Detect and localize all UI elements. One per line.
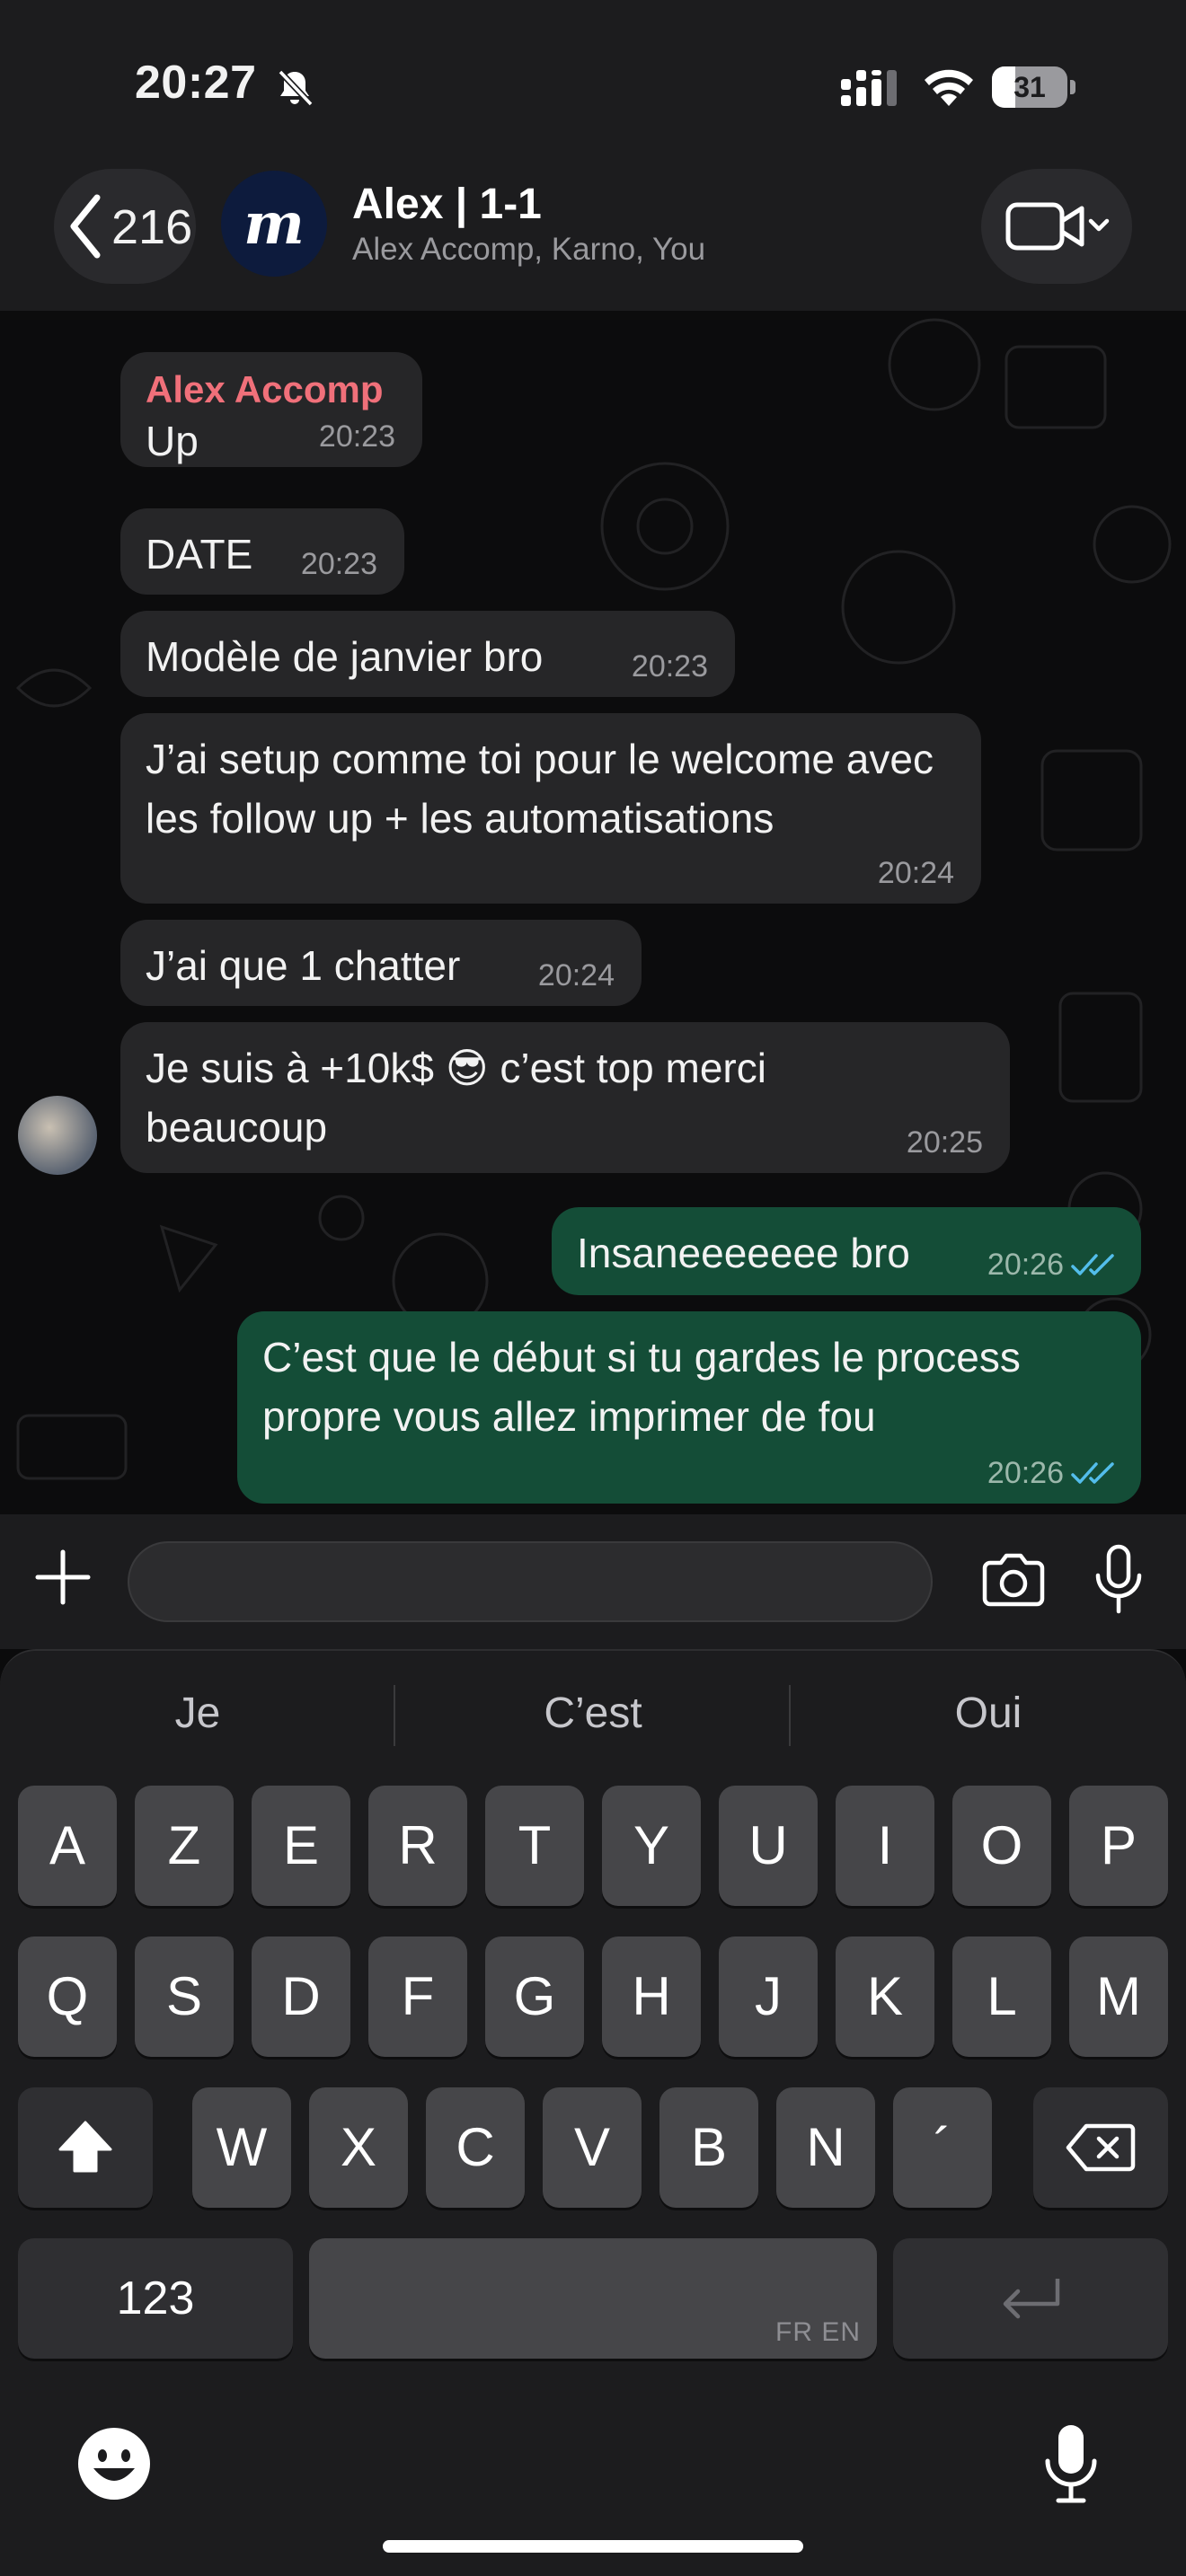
key-f[interactable]: F xyxy=(368,1936,467,2057)
message-input[interactable] xyxy=(128,1541,933,1622)
message-time: 20:23 xyxy=(631,649,708,684)
key-h[interactable]: H xyxy=(602,1936,701,2057)
message-text: Modèle de janvier bro xyxy=(146,633,544,680)
key-n[interactable]: N xyxy=(776,2087,875,2208)
numbers-key[interactable]: 123 xyxy=(18,2238,293,2359)
back-button[interactable]: 216 xyxy=(54,169,196,284)
group-avatar-logo: m xyxy=(243,190,305,258)
key-o[interactable]: O xyxy=(952,1786,1051,1906)
key-d[interactable]: D xyxy=(252,1936,350,2057)
chevron-left-icon xyxy=(70,194,101,259)
message-incoming[interactable]: Modèle de janvier bro 20:23 xyxy=(120,611,735,697)
video-call-button[interactable] xyxy=(981,169,1132,284)
backspace-key[interactable] xyxy=(1033,2087,1168,2208)
message-sender[interactable]: Alex Accomp xyxy=(146,368,397,411)
key-accent[interactable]: ´ xyxy=(893,2087,992,2208)
cellular-signal-icon xyxy=(841,70,897,106)
key-j[interactable]: J xyxy=(719,1936,818,2057)
message-time: 20:24 xyxy=(877,856,954,890)
message-time: 20:24 xyxy=(537,958,615,992)
key-s[interactable]: S xyxy=(135,1936,234,2057)
message-time: 20:25 xyxy=(906,1125,983,1160)
read-receipt-icon xyxy=(1071,1462,1114,1484)
key-c[interactable]: C xyxy=(426,2087,525,2208)
key-q[interactable]: Q xyxy=(18,1936,117,2057)
status-time: 20:27 xyxy=(135,57,257,109)
message-incoming[interactable]: J’ai que 1 chatter 20:24 xyxy=(120,920,642,1006)
key-w[interactable]: W xyxy=(192,2087,291,2208)
home-indicator[interactable] xyxy=(383,2540,803,2553)
wifi-icon xyxy=(925,69,973,106)
message-text: J’ai setup comme toi pour le welcome ave… xyxy=(146,736,934,842)
message-time: 20:26 xyxy=(987,1248,1064,1282)
keyboard-languages: FR EN xyxy=(775,2317,861,2347)
composer-bar xyxy=(0,1514,1186,1649)
top-bar: 20:27 31 216 m Alex | 1-1 Alex Accomp, K… xyxy=(0,0,1186,311)
return-key[interactable] xyxy=(893,2238,1168,2359)
key-p[interactable]: P xyxy=(1069,1786,1168,1906)
message-incoming[interactable]: J’ai setup comme toi pour le welcome ave… xyxy=(120,713,981,904)
suggestion-2[interactable]: C’est xyxy=(395,1678,791,1750)
message-outgoing[interactable]: Insaneeeeeee bro 20:26 xyxy=(552,1207,1141,1295)
key-m[interactable]: M xyxy=(1069,1936,1168,2057)
key-r[interactable]: R xyxy=(368,1786,467,1906)
bell-slash-icon xyxy=(278,69,314,107)
microphone-icon[interactable] xyxy=(1089,1543,1148,1615)
key-b[interactable]: B xyxy=(659,2087,758,2208)
key-e[interactable]: E xyxy=(252,1786,350,1906)
battery-level: 31 xyxy=(1013,71,1046,103)
chat-title[interactable]: Alex | 1-1 xyxy=(352,180,542,229)
plus-icon[interactable] xyxy=(32,1547,93,1608)
message-text: C’est que le début si tu gardes le proce… xyxy=(262,1334,1021,1440)
suggestion-3[interactable]: Oui xyxy=(791,1678,1186,1750)
backspace-icon xyxy=(1066,2123,1136,2172)
group-avatar[interactable]: m xyxy=(221,171,327,277)
key-g[interactable]: G xyxy=(485,1936,584,2057)
read-receipt-icon xyxy=(1071,1254,1114,1275)
shift-icon xyxy=(58,2121,112,2173)
message-time: 20:23 xyxy=(300,547,377,581)
message-time: 20:26 xyxy=(987,1456,1064,1490)
unread-count: 216 xyxy=(111,200,193,254)
chat-participants[interactable]: Alex Accomp, Karno, You xyxy=(352,232,705,268)
message-incoming[interactable]: DATE 20:23 xyxy=(120,508,404,595)
shift-key[interactable] xyxy=(18,2087,153,2208)
key-t[interactable]: T xyxy=(485,1786,584,1906)
camera-icon[interactable] xyxy=(979,1550,1048,1610)
video-call-icon xyxy=(1005,202,1110,251)
key-i[interactable]: I xyxy=(836,1786,934,1906)
message-text: Je suis à +10k$ 😎 c’est top merci beauco… xyxy=(146,1045,766,1151)
chat-area[interactable]: Alex Accomp Up 20:23 DATE 20:23 Modèle d… xyxy=(0,311,1186,1514)
message-outgoing[interactable]: C’est que le début si tu gardes le proce… xyxy=(237,1311,1141,1504)
key-l[interactable]: L xyxy=(952,1936,1051,2057)
suggestion-1[interactable]: Je xyxy=(0,1678,395,1750)
key-u[interactable]: U xyxy=(719,1786,818,1906)
key-k[interactable]: K xyxy=(836,1936,934,2057)
key-v[interactable]: V xyxy=(543,2087,642,2208)
message-time: 20:23 xyxy=(318,419,395,454)
key-y[interactable]: Y xyxy=(602,1786,701,1906)
dictation-icon[interactable] xyxy=(1042,2422,1100,2504)
chevron-down-icon xyxy=(1088,218,1110,232)
space-key[interactable]: FR EN xyxy=(309,2238,877,2359)
key-a[interactable]: A xyxy=(18,1786,117,1906)
return-icon xyxy=(1003,2279,1060,2319)
key-z[interactable]: Z xyxy=(135,1786,234,1906)
battery-icon: 31 xyxy=(992,66,1075,108)
message-incoming[interactable]: Je suis à +10k$ 😎 c’est top merci beauco… xyxy=(120,1022,1010,1173)
emoji-icon[interactable] xyxy=(75,2425,153,2502)
key-x[interactable]: X xyxy=(309,2087,408,2208)
message-incoming[interactable]: Alex Accomp Up 20:23 xyxy=(120,352,422,467)
sender-avatar[interactable] xyxy=(18,1096,97,1175)
